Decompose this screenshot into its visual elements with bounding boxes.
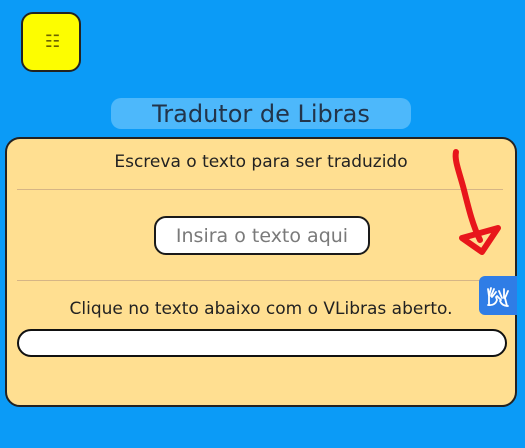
menu-icon: ☷: [44, 31, 60, 52]
output-instruction: Clique no texto abaixo com o VLibras abe…: [69, 299, 453, 319]
divider: [17, 280, 503, 281]
red-arrow-annotation: [452, 149, 501, 255]
hands-sign-language-icon: [487, 286, 509, 307]
text-input[interactable]: [154, 216, 370, 255]
page-title-bar: Tradutor de Libras: [111, 98, 411, 129]
input-instruction: Escreva o texto para ser traduzido: [114, 152, 408, 172]
menu-button[interactable]: ☷: [21, 12, 81, 72]
vlibras-button[interactable]: [479, 276, 517, 315]
divider: [17, 189, 503, 190]
translation-output[interactable]: [17, 329, 507, 357]
page-title: Tradutor de Libras: [152, 99, 370, 128]
